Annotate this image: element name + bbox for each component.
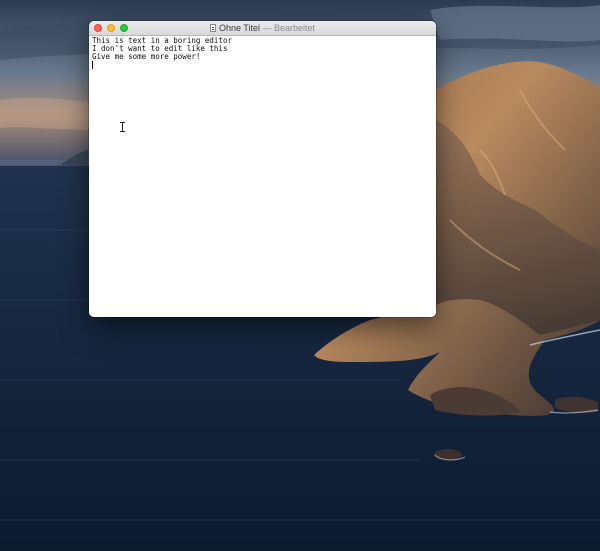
text-caret xyxy=(92,61,93,69)
title-separator: — xyxy=(262,23,272,33)
document-status: Bearbeitet xyxy=(274,23,316,33)
text-cursor-icon xyxy=(120,122,125,132)
document-name: Ohne Titel xyxy=(218,23,260,33)
window-titlebar[interactable]: Ohne Titel — Bearbeitet xyxy=(89,21,436,36)
window-title: Ohne Titel — Bearbeitet xyxy=(89,21,436,35)
editor-line[interactable]: Give me some more power! xyxy=(92,53,433,61)
editor-window[interactable]: Ohne Titel — Bearbeitet This is text in … xyxy=(89,21,436,317)
document-icon[interactable] xyxy=(209,24,216,32)
text-editor-area[interactable]: This is text in a boring editor I don't … xyxy=(89,36,436,317)
